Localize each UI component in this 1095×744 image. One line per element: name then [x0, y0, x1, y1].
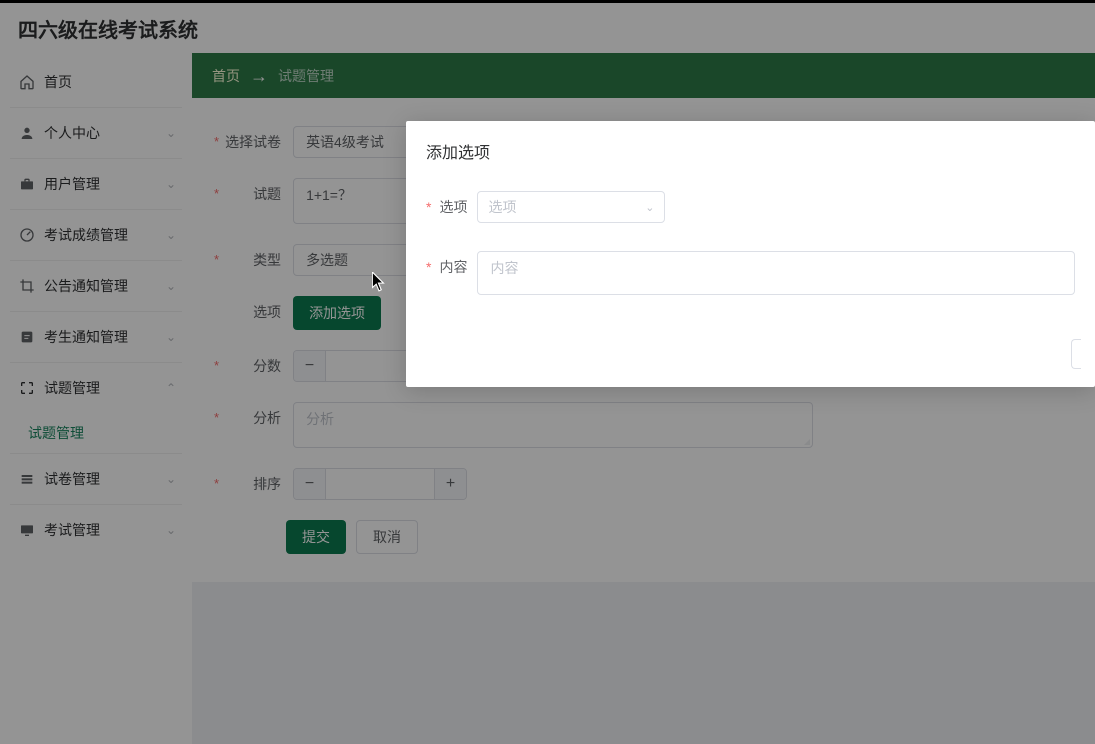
modal-option-label: 选项 — [435, 191, 467, 223]
modal-option-placeholder: 选项 — [488, 197, 516, 217]
modal-title: 添加选项 — [406, 121, 1095, 173]
required-mark: * — [426, 191, 431, 223]
modal-content-label: 内容 — [435, 251, 467, 283]
chevron-down-icon: ⌄ — [645, 201, 654, 214]
modal-content-placeholder: 内容 — [490, 260, 518, 276]
add-option-modal: 添加选项 * 选项 选项 ⌄ * 内容 内容 — [406, 121, 1095, 387]
modal-option-select[interactable]: 选项 ⌄ — [477, 191, 665, 223]
modal-footer-button-edge[interactable] — [1071, 339, 1081, 369]
required-mark: * — [426, 251, 431, 283]
modal-content-textarea[interactable]: 内容 — [477, 251, 1075, 295]
